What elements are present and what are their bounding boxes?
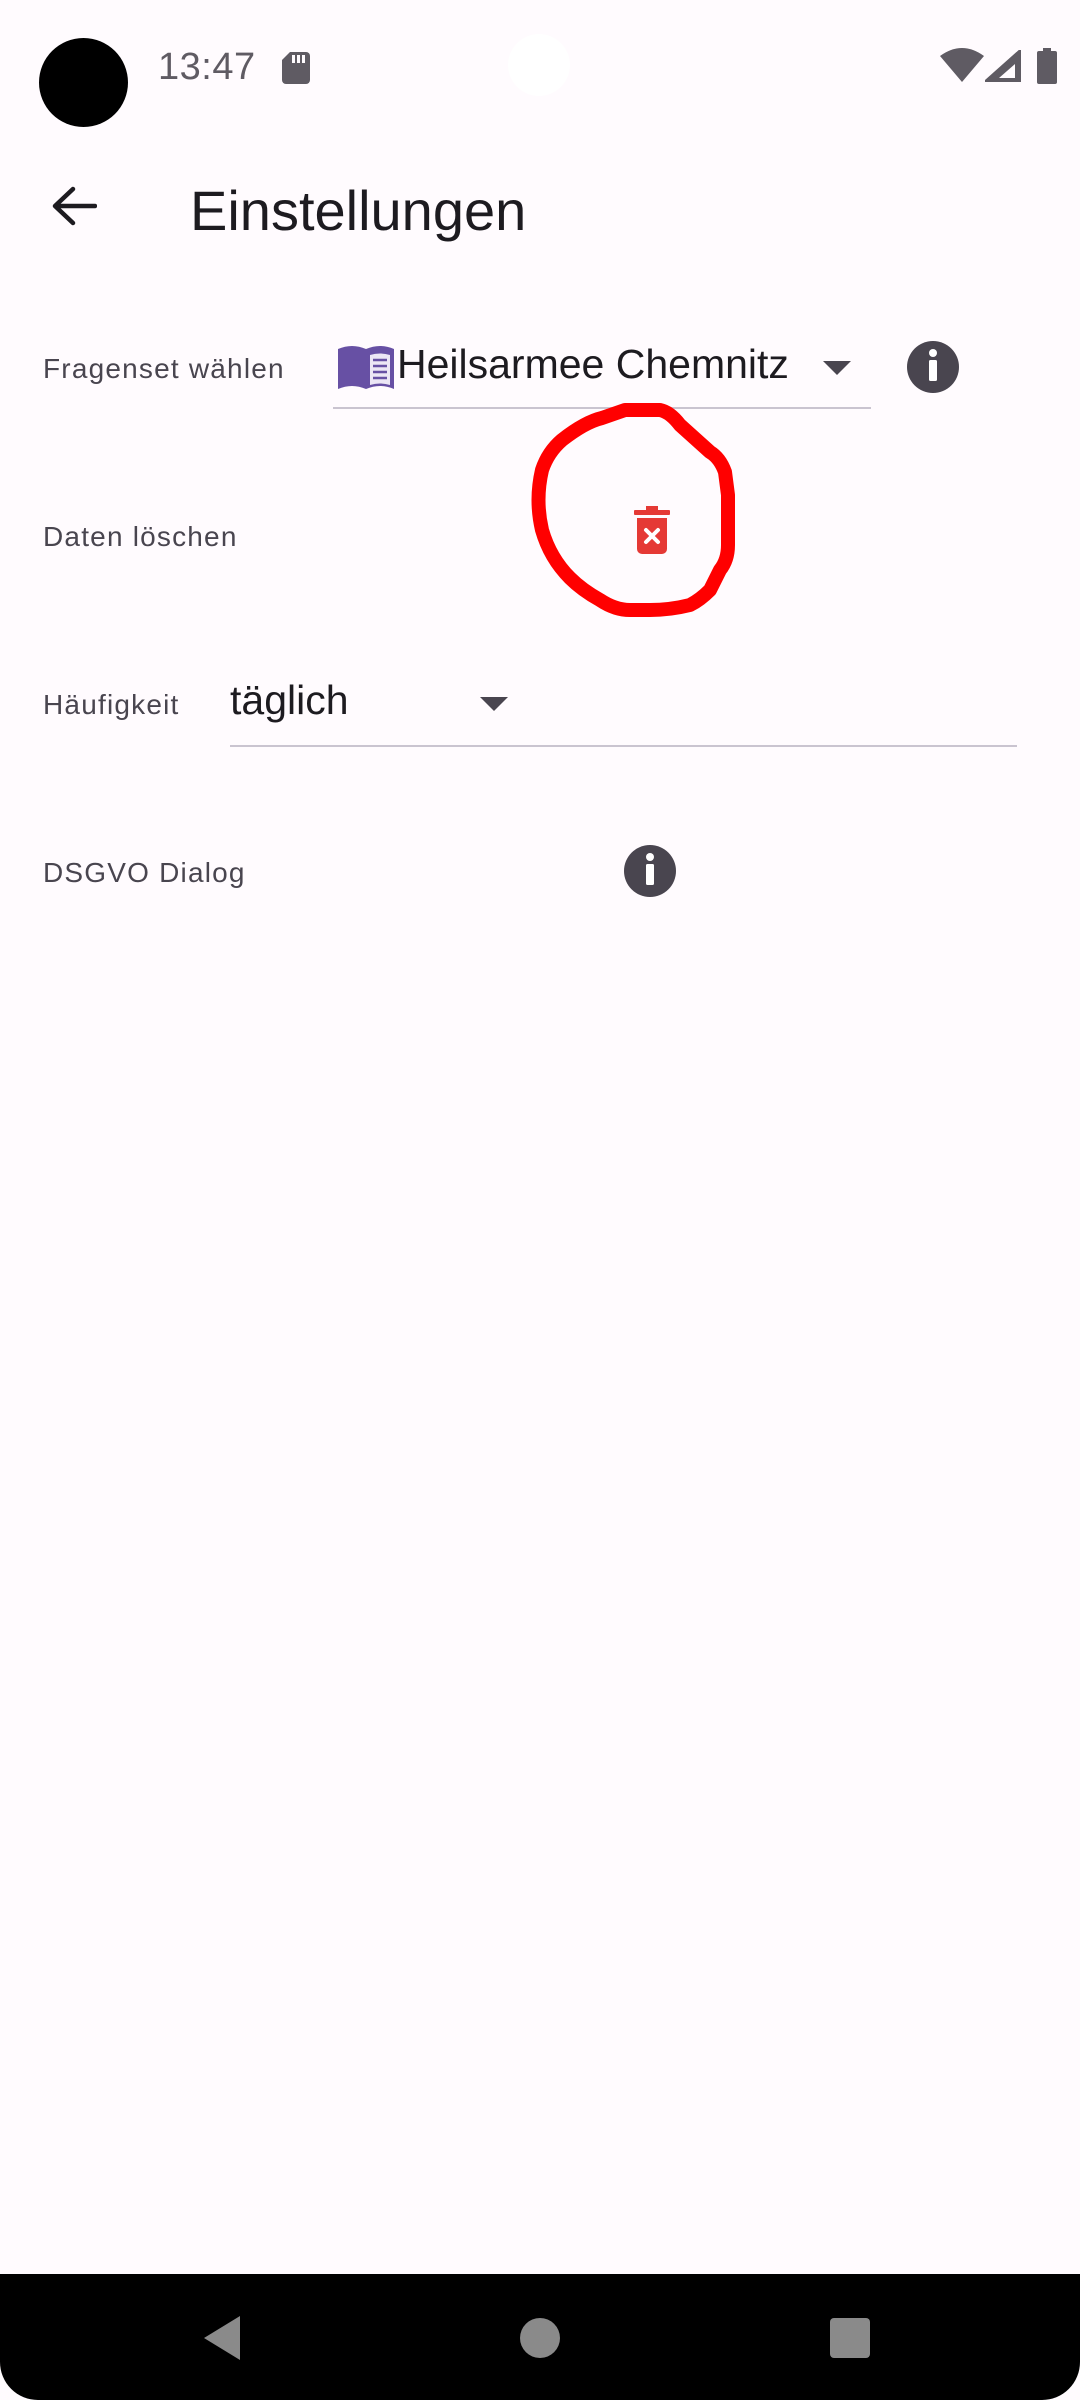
info-icon [928, 348, 938, 386]
arrow-back-icon [51, 186, 98, 231]
info-icon [645, 852, 655, 890]
frequency-value: täglich [230, 677, 349, 723]
question-set-value: Heilsarmee Chemnitz [397, 341, 789, 387]
delete-data-label: Daten löschen [43, 521, 238, 552]
page-title: Einstellungen [190, 179, 527, 242]
system-nav-bar [0, 2274, 1080, 2400]
status-time: 13:47 [158, 46, 256, 88]
sd-card-icon [282, 52, 310, 89]
profile-dot [39, 38, 128, 127]
nav-home-icon[interactable] [520, 2318, 560, 2358]
back-button[interactable] [26, 160, 122, 256]
camera-cutout [508, 34, 570, 96]
delete-forever-icon [634, 505, 670, 559]
book-icon [336, 343, 396, 396]
question-set-info-button[interactable] [907, 341, 959, 393]
gdpr-dialog-label: DSGVO Dialog [43, 857, 246, 888]
battery-icon [1037, 48, 1057, 89]
gdpr-info-button[interactable] [624, 845, 676, 897]
delete-data-button[interactable] [620, 500, 684, 564]
question-set-dropdown[interactable]: Heilsarmee Chemnitz [333, 325, 871, 409]
wifi-icon [940, 48, 984, 87]
chevron-down-icon [823, 361, 851, 380]
cell-signal-icon [981, 46, 1023, 87]
frequency-label: Häufigkeit [43, 689, 180, 720]
status-bar: 13:47 [0, 0, 1080, 130]
nav-back-icon[interactable] [200, 2314, 244, 2367]
chevron-down-icon [480, 697, 508, 716]
question-set-label: Fragenset wählen [43, 353, 285, 384]
nav-recents-icon[interactable] [830, 2318, 870, 2358]
frequency-dropdown[interactable]: täglich [230, 665, 1017, 747]
